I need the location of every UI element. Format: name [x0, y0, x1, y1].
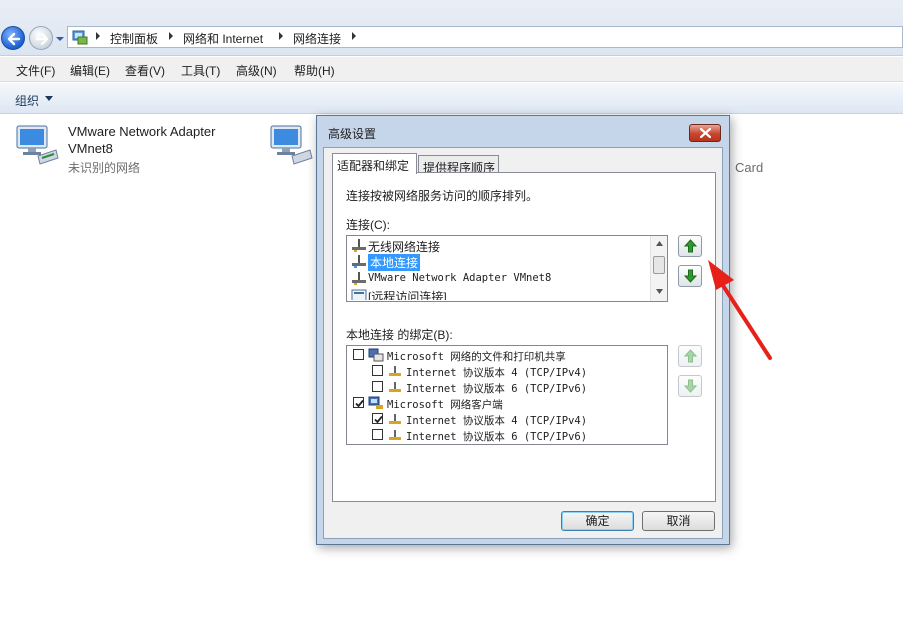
back-button[interactable]	[1, 26, 25, 50]
annotation-arrow-icon	[708, 260, 772, 360]
binding-item[interactable]: Internet 协议版本 4 (TCP/IPv4)	[347, 363, 667, 379]
checkmark-icon	[355, 399, 364, 408]
breadcrumb-network-internet[interactable]: 网络和 Internet	[183, 30, 263, 47]
binding-item[interactable]: Internet 协议版本 6 (TCP/IPv6)	[347, 427, 667, 443]
adapter-status: 未识别的网络	[68, 161, 141, 175]
order-description: 连接按被网络服务访问的顺序排列。	[346, 189, 539, 203]
scroll-up-icon[interactable]	[656, 241, 663, 246]
list-item[interactable]: 无线网络连接	[349, 237, 649, 254]
binding-item[interactable]: Internet 协议版本 4 (TCP/IPv4)	[347, 411, 667, 427]
network-adapter-icon[interactable]	[268, 122, 314, 168]
tab-panel: 连接按被网络服务访问的顺序排列。 连接(C): 无线网络连接 本地连接 VMwa…	[332, 172, 716, 502]
binding-checkbox-checked[interactable]	[372, 413, 383, 424]
breadcrumb-chevron-icon[interactable]	[278, 31, 284, 41]
breadcrumb-chevron-icon[interactable]	[351, 31, 357, 41]
breadcrumb[interactable]: 控制面板 网络和 Internet 网络连接	[67, 26, 903, 48]
client-icon	[368, 396, 383, 409]
menu-edit[interactable]: 编辑(E)	[70, 62, 110, 79]
protocol-icon	[389, 430, 401, 440]
binding-checkbox[interactable]	[372, 429, 383, 440]
adapter-name-line2[interactable]: VMnet8	[68, 141, 113, 156]
bindings-list[interactable]: Microsoft 网络的文件和打印机共享 Internet 协议版本 4 (T…	[346, 345, 668, 445]
binding-item[interactable]: Microsoft 网络的文件和打印机共享	[347, 347, 667, 363]
protocol-icon	[389, 366, 401, 376]
move-down-icon	[684, 269, 697, 283]
scrollbar-thumb[interactable]	[653, 256, 665, 274]
address-bar: 控制面板 网络和 Internet 网络连接	[0, 0, 903, 56]
network-connection-icon	[352, 272, 366, 285]
binding-checkbox[interactable]	[372, 381, 383, 392]
adapter-name-partial[interactable]: Card	[735, 160, 763, 175]
move-down-icon	[684, 379, 697, 393]
binding-move-down-button[interactable]	[678, 375, 702, 397]
service-icon	[368, 348, 384, 362]
list-item[interactable]: VMware Network Adapter VMnet8	[349, 270, 649, 286]
adapter-name[interactable]: VMware Network Adapter	[68, 124, 215, 139]
menu-advanced[interactable]: 高级(N)	[236, 62, 277, 79]
dialog-title: 高级设置	[328, 127, 377, 141]
scroll-down-icon[interactable]	[656, 289, 663, 294]
menu-help[interactable]: 帮助(H)	[294, 62, 335, 79]
list-item[interactable]: [远程访问连接]	[349, 287, 649, 300]
breadcrumb-network-connections[interactable]: 网络连接	[293, 30, 341, 47]
bindings-label: 本地连接 的绑定(B):	[346, 328, 453, 342]
binding-item[interactable]: Internet 协议版本 6 (TCP/IPv6)	[347, 379, 667, 395]
list-item-selected[interactable]: 本地连接	[349, 253, 649, 271]
dialog-body: 适配器和绑定 提供程序顺序 连接按被网络服务访问的顺序排列。 连接(C): 无线…	[323, 147, 723, 539]
cancel-button[interactable]: 取消	[642, 511, 715, 531]
network-connection-icon	[352, 255, 366, 268]
breadcrumb-chevron-icon[interactable]	[168, 31, 174, 41]
command-bar: 组织	[0, 83, 903, 114]
breadcrumb-chevron-icon[interactable]	[95, 31, 101, 41]
tab-adapters-bindings[interactable]: 适配器和绑定	[332, 153, 417, 174]
move-down-button[interactable]	[678, 265, 702, 287]
menu-bar: 文件(F) 编辑(E) 查看(V) 工具(T) 高级(N) 帮助(H)	[0, 57, 903, 82]
organize-button[interactable]: 组织	[15, 92, 39, 109]
connections-label: 连接(C):	[346, 218, 390, 232]
binding-checkbox[interactable]	[372, 365, 383, 376]
control-panel-icon[interactable]	[72, 29, 88, 45]
binding-item[interactable]: Microsoft 网络客户端	[347, 395, 667, 411]
binding-checkbox-checked[interactable]	[353, 397, 364, 408]
close-button[interactable]	[689, 124, 721, 142]
menu-view[interactable]: 查看(V)	[125, 62, 165, 79]
breadcrumb-control-panel[interactable]: 控制面板	[110, 30, 158, 47]
connections-scrollbar[interactable]	[650, 236, 667, 301]
forward-button[interactable]	[29, 26, 53, 50]
menu-tools[interactable]: 工具(T)	[181, 62, 220, 79]
close-icon	[700, 128, 711, 138]
binding-checkbox[interactable]	[353, 349, 364, 360]
network-connection-icon	[352, 239, 366, 252]
advanced-settings-dialog: 高级设置 适配器和绑定 提供程序顺序 连接按被网络服务访问的顺序排列。 连接(C…	[316, 115, 730, 545]
binding-move-up-button[interactable]	[678, 345, 702, 367]
protocol-icon	[389, 414, 401, 424]
history-dropdown-icon[interactable]	[55, 35, 65, 43]
back-arrow-icon	[7, 32, 21, 46]
checkmark-icon	[374, 415, 383, 424]
ok-button[interactable]: 确定	[561, 511, 634, 531]
connections-list[interactable]: 无线网络连接 本地连接 VMware Network Adapter VMnet…	[346, 235, 668, 302]
network-adapter-icon[interactable]	[14, 122, 60, 168]
move-up-icon	[684, 349, 697, 363]
remote-access-icon	[351, 289, 367, 300]
move-up-button[interactable]	[678, 235, 702, 257]
forward-arrow-icon	[35, 32, 49, 46]
move-up-icon	[684, 239, 697, 253]
menu-file[interactable]: 文件(F)	[16, 62, 55, 79]
chevron-down-icon	[45, 96, 53, 101]
protocol-icon	[389, 382, 401, 392]
